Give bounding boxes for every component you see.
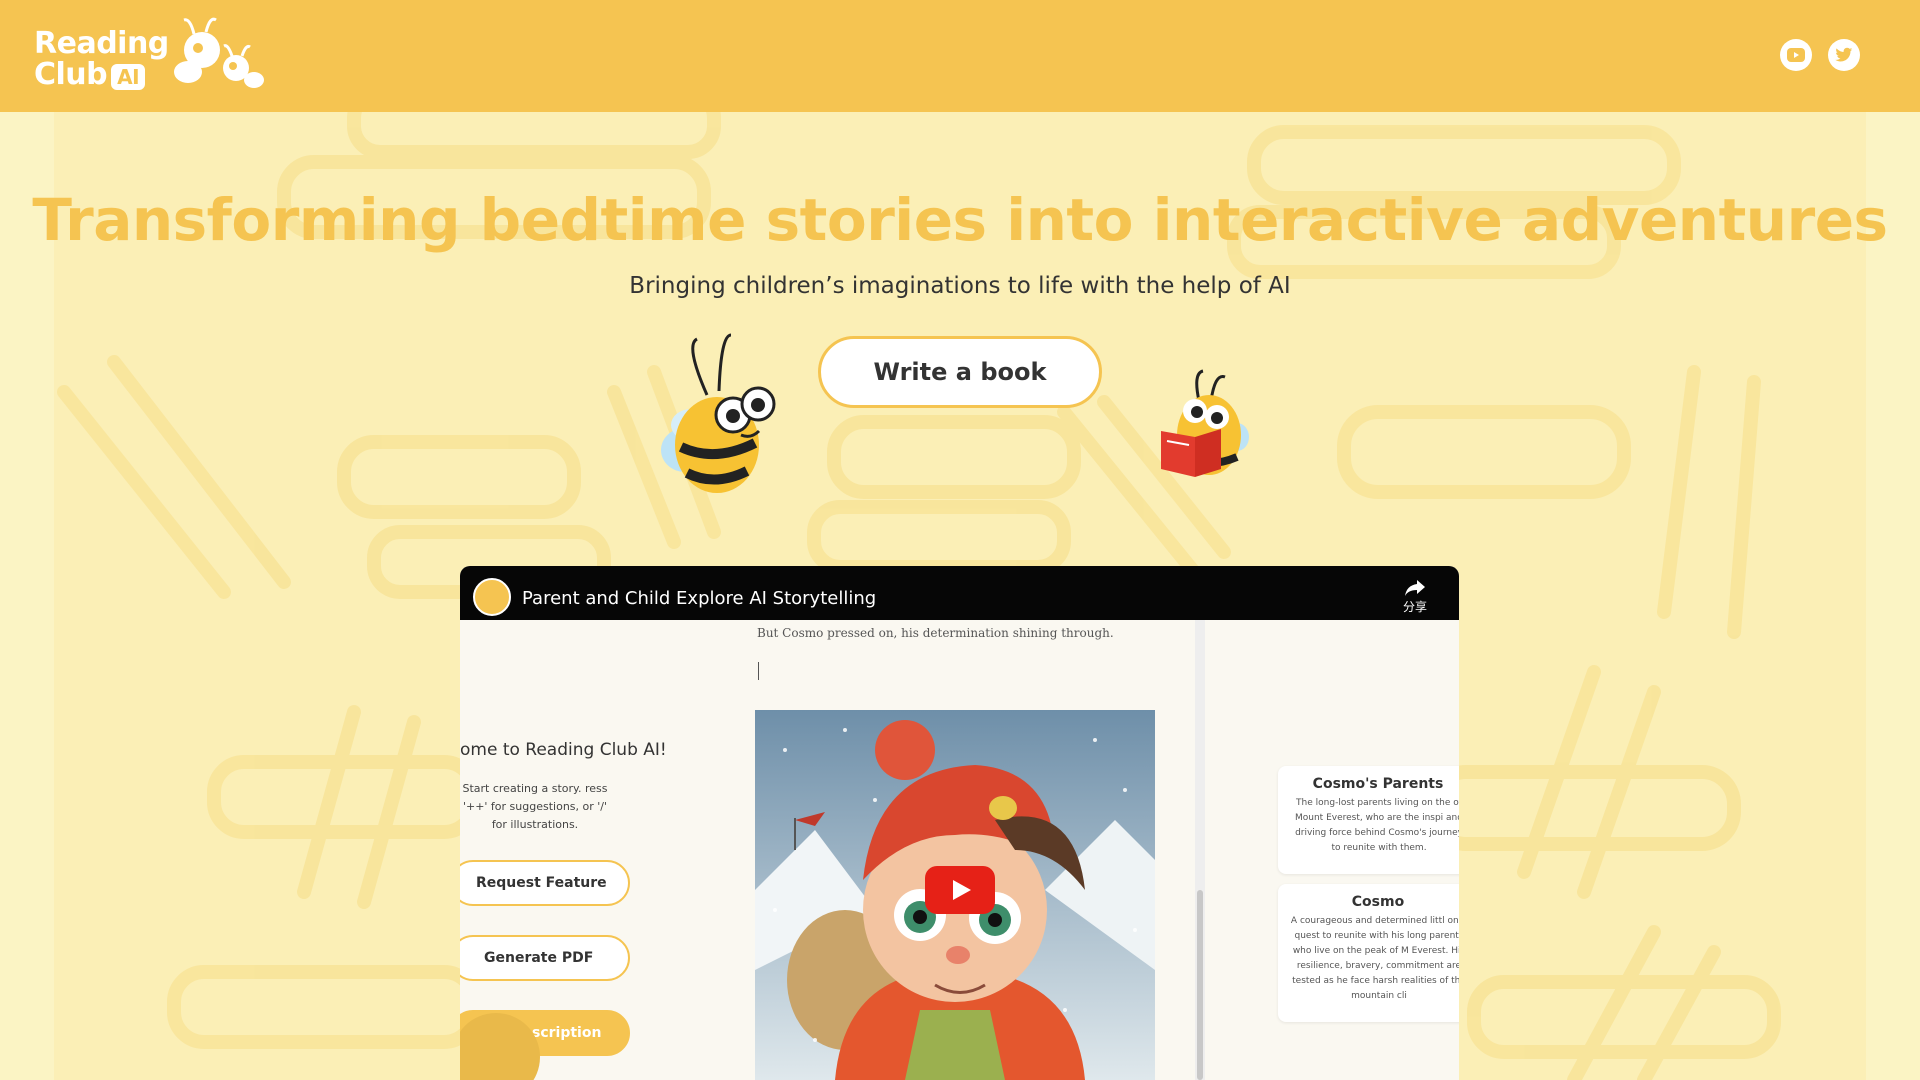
video-play-button[interactable] [925,866,995,914]
bee-with-glasses-illustration [661,333,776,493]
embedded-video[interactable]: Parent and Child Explore AI Storytelling… [460,566,1459,1080]
character-card-title: Cosmo [1351,894,1405,910]
reading-club-logo[interactable]: Reading Club AI [34,14,274,98]
logo-ai-badge: AI [111,64,146,90]
logo-wordmark: Reading Club AI [34,28,169,90]
hero-headline: Transforming bedtime stories into intera… [32,186,1888,254]
share-icon [1405,580,1425,596]
site-header: Reading Club AI [0,0,1920,112]
generate-pdf-button[interactable]: Generate PDF [460,935,630,981]
write-a-book-button[interactable]: Write a book [818,336,1102,408]
story-text-line: But Cosmo pressed on, his determination … [757,626,1114,640]
welcome-heading: ome to Reading Club AI! [460,740,667,760]
share-label: 分享 [1402,600,1427,614]
video-title[interactable]: Parent and Child Explore AI Storytelling [522,588,876,609]
bee-reading-book-illustration [1161,369,1249,477]
logo-bee-icon [174,17,264,88]
youtube-icon[interactable] [1780,39,1812,71]
channel-avatar[interactable] [473,578,511,616]
scrollbar-thumb[interactable] [1197,890,1203,1080]
video-title-bar: Parent and Child Explore AI Storytelling… [460,566,1459,620]
document-scrollbar[interactable] [1195,620,1205,1080]
app-sidebar: ome to Reading Club AI! Start creating a… [460,620,730,1080]
request-feature-button[interactable]: Request Feature [460,860,630,906]
character-card[interactable]: Cosmo A courageous and determined littl … [1278,884,1459,1022]
character-card[interactable]: Cosmo's Parents The long-lost parents li… [1278,766,1459,874]
share-button[interactable]: 分享 [1395,578,1435,618]
logo-line-1: Reading [34,26,169,61]
character-card-description: The long-lost parents living on the of M… [1295,798,1459,853]
story-document[interactable]: But Cosmo pressed on, his determination … [730,620,1190,1080]
text-caret [758,662,759,680]
character-card-title: Cosmo's Parents [1312,776,1444,792]
character-card-description: A courageous and determined littl on a q… [1290,916,1459,1001]
twitter-icon[interactable] [1828,39,1860,71]
welcome-hint: Start creating a story. ress '++' for su… [462,782,608,831]
logo-line-2: Club [34,57,108,92]
hero-subline: Bringing children’s imaginations to life… [629,273,1291,299]
